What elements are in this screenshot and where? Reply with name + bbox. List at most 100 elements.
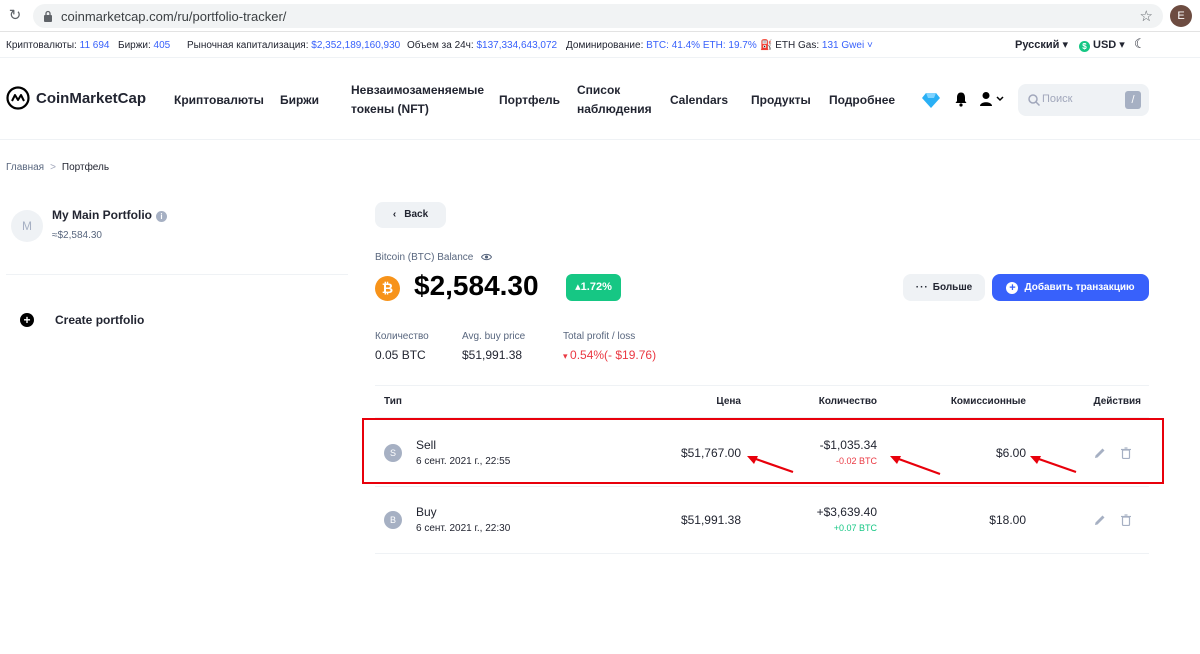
plus-icon: + [1006, 282, 1019, 294]
stat-exchanges[interactable]: Биржи: 405 [118, 40, 170, 51]
address-bar[interactable]: coinmarketcap.com/ru/portfolio-tracker/ … [33, 4, 1163, 28]
nav-exchanges[interactable]: Биржи [280, 91, 319, 110]
stat-eth-gas[interactable]: ⛽ ETH Gas: 131 Gwei ˅ [760, 40, 873, 51]
breadcrumb-home[interactable]: Главная [6, 162, 44, 173]
more-dots-icon: ··· [915, 282, 929, 293]
avg-buy-value: $51,991.38 [462, 348, 523, 362]
transaction-type: Buy [416, 505, 437, 519]
stat-dominance[interactable]: Доминирование: BTC: 41.4% ETH: 19.7% [566, 40, 757, 51]
nav-watchlist[interactable]: Список наблюдения [577, 81, 652, 119]
column-header-type: Тип [384, 396, 402, 407]
stat-volume-24h[interactable]: Объем за 24ч: $137,334,643,072 [407, 40, 557, 51]
portfolio-name-text: My Main Portfolio [52, 208, 152, 222]
stat-cryptocurrencies[interactable]: Криптовалюты: 11 694 [6, 40, 109, 51]
trash-icon[interactable] [1120, 514, 1132, 526]
nav-nft[interactable]: Невзаимозаменяемые токены (NFT) [351, 81, 484, 119]
column-header-actions: Действия [1093, 396, 1141, 407]
browser-profile-avatar[interactable]: E [1170, 5, 1192, 27]
table-row-divider [375, 553, 1149, 554]
user-menu-icon[interactable] [979, 91, 1005, 107]
search-shortcut-key: / [1125, 91, 1141, 109]
portfolio-name[interactable]: My Main Portfolio i [52, 208, 167, 222]
breadcrumb-current: Портфель [61, 162, 110, 173]
transaction-fee: $18.00 [989, 513, 1026, 527]
browser-toolbar: ↻ coinmarketcap.com/ru/portfolio-tracker… [0, 0, 1200, 32]
transaction-type-icon: B [384, 511, 402, 529]
back-button[interactable]: ‹ Back [375, 202, 446, 228]
caret-down-icon: ▾ [1062, 39, 1069, 51]
more-label: Больше [932, 282, 973, 293]
nav-cryptocurrencies[interactable]: Криптовалюты [174, 91, 264, 110]
moon-icon[interactable]: ☾ [1134, 36, 1146, 52]
stat-value: $137,334,643,072 [476, 40, 558, 51]
bitcoin-icon: ₿ [375, 276, 400, 301]
bell-icon[interactable] [953, 91, 969, 107]
sidebar-divider [6, 274, 348, 275]
transaction-amount: +$3,639.40 [816, 505, 877, 519]
bookmark-star-icon[interactable]: ☆ [1140, 7, 1153, 25]
stat-label: Рыночная капитализация: [187, 40, 309, 51]
column-header-quantity: Количество [818, 396, 877, 407]
nav-products[interactable]: Продукты [751, 91, 811, 110]
chevron-down-icon: ˅ [866, 40, 873, 51]
balance-label-text: Bitcoin (BTC) Balance [375, 252, 474, 263]
global-stats-bar: Криптовалюты: 11 694 Биржи: 405 Рыночная… [0, 32, 1200, 58]
back-label: Back [404, 209, 429, 220]
lock-icon [44, 10, 52, 22]
nav-nft-line2: токены (NFT) [351, 102, 429, 116]
balance-label: Bitcoin (BTC) Balance [375, 252, 493, 263]
nav-nft-line1: Невзаимозаменяемые [351, 83, 485, 97]
diamond-icon[interactable] [922, 92, 940, 108]
transaction-date: 6 сент. 2021 г., 22:30 [416, 523, 511, 534]
add-transaction-button[interactable]: + Добавить транзакцию [992, 274, 1149, 301]
info-icon[interactable]: i [156, 211, 167, 222]
coinmarketcap-logo-icon [6, 86, 30, 110]
column-header-price: Цена [716, 396, 741, 407]
stat-value: BTC: 41.4% ETH: 19.7% [646, 40, 757, 51]
site-logo[interactable]: CoinMarketCap [6, 86, 146, 110]
nav-calendars[interactable]: Calendars [670, 91, 728, 110]
avg-buy-label: Avg. buy price [462, 331, 526, 342]
stat-value: 11 694 [79, 40, 110, 51]
quantity-label: Количество [375, 331, 429, 342]
table-row-divider [375, 486, 1149, 487]
change-value: 1.72% [580, 281, 612, 293]
pencil-icon[interactable] [1094, 514, 1106, 526]
profit-value: ▾ 0.54%(- $19.76) [563, 348, 656, 362]
portfolio-avatar[interactable]: M [11, 210, 43, 242]
currency-label: USD [1093, 39, 1117, 51]
profit-label: Total profit / loss [563, 331, 636, 342]
chevron-right-icon: > [50, 162, 56, 173]
stat-value: $2,352,189,160,930 [311, 40, 401, 51]
nav-learn[interactable]: Подробнее [829, 91, 895, 110]
stat-label: Объем за 24ч: [407, 40, 474, 51]
stat-value: 131 Gwei [821, 40, 865, 51]
stat-value: 405 [153, 40, 171, 51]
table-top-divider [375, 385, 1149, 386]
nav-watchlist-line1: Список [577, 83, 621, 97]
logo-text: CoinMarketCap [36, 89, 147, 107]
quantity-value: 0.05 BTC [375, 348, 426, 362]
transaction-price: $51,991.38 [680, 513, 741, 527]
stat-market-cap[interactable]: Рыночная капитализация: $2,352,189,160,9… [187, 40, 400, 51]
breadcrumb: Главная > Портфель [6, 162, 109, 173]
profit-value-text: 0.54%(- $19.76) [570, 348, 657, 362]
language-label: Русский [1015, 39, 1060, 51]
currency-selector[interactable]: $ USD ▾ [1079, 38, 1125, 52]
reload-icon[interactable]: ↻ [6, 7, 24, 25]
url-text: coinmarketcap.com/ru/portfolio-tracker/ [61, 9, 287, 24]
nav-watchlist-line2: наблюдения [577, 102, 652, 116]
column-header-fees: Комиссионные [950, 396, 1026, 407]
site-header: CoinMarketCap Криптовалюты Биржи Невзаим… [0, 58, 1200, 140]
search-icon [1028, 94, 1041, 107]
triangle-down-icon: ▾ [563, 351, 571, 361]
eye-icon[interactable] [481, 253, 493, 261]
language-selector[interactable]: Русский ▾ [1015, 38, 1068, 51]
stat-label: Криптовалюты: [6, 40, 77, 51]
chevron-left-icon: ‹ [392, 209, 397, 220]
plus-circle-icon[interactable]: + [20, 313, 34, 327]
search-input[interactable]: Поиск / [1018, 84, 1149, 116]
more-button[interactable]: ··· Больше [903, 274, 985, 301]
nav-portfolio[interactable]: Портфель [499, 91, 560, 110]
create-portfolio-button[interactable]: Create portfolio [55, 313, 144, 327]
